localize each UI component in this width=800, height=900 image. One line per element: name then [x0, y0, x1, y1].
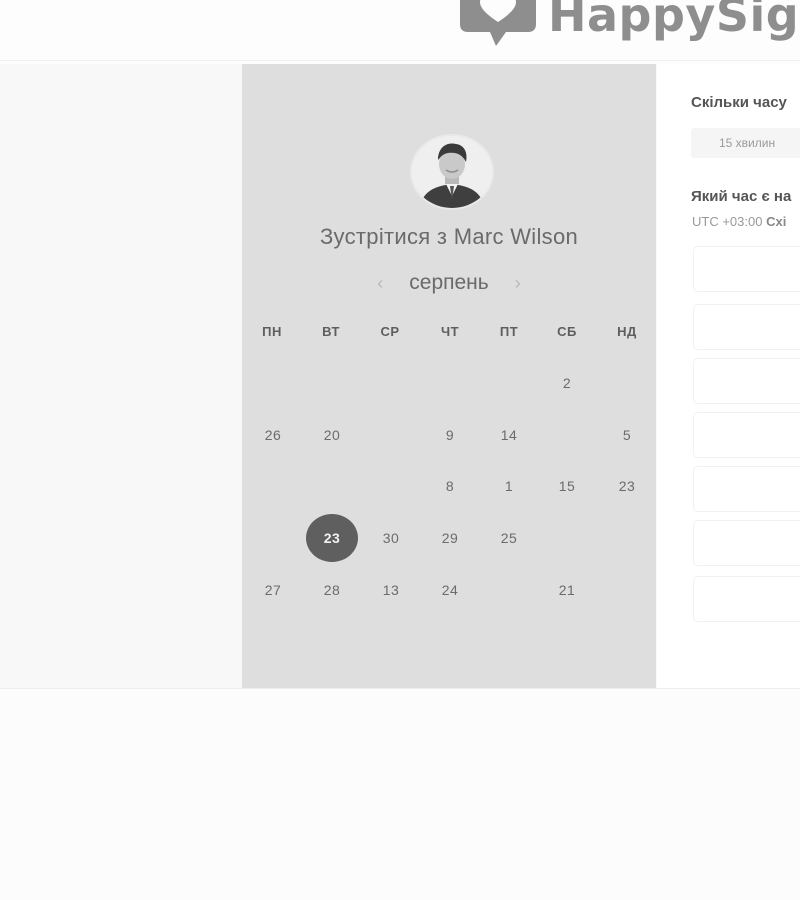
time-slot-button[interactable] [693, 304, 800, 350]
calendar-day[interactable]: 20 [307, 423, 357, 447]
calendar-day[interactable]: 30 [366, 526, 416, 550]
calendar-day[interactable]: 9 [425, 423, 475, 447]
calendar-day [542, 423, 592, 447]
calendar-day[interactable]: 5 [602, 423, 652, 447]
timezone-name: Схі [766, 214, 787, 229]
calendar-day[interactable]: 23 [602, 474, 652, 498]
calendar-day [602, 578, 652, 602]
calendar-day [307, 371, 357, 395]
calendar-day [248, 474, 298, 498]
calendar-day [366, 371, 416, 395]
calendar-day [484, 371, 534, 395]
time-slot-button[interactable] [693, 246, 800, 292]
time-slot-button[interactable] [693, 466, 800, 512]
calendar-day[interactable]: 13 [366, 578, 416, 602]
calendar-day[interactable]: 27 [248, 578, 298, 602]
calendar-day [248, 371, 298, 395]
calendar-day [307, 474, 357, 498]
brand-name: HappySigna [548, 0, 800, 42]
brand-logo[interactable]: HappySigna [460, 0, 800, 48]
time-panel: Скільки часу 15 хвилин Який час є на UTC… [657, 64, 800, 688]
speech-bubble-heart-icon [460, 0, 536, 46]
calendar-grid: 2 26 20 9 14 5 8 1 15 23 23 30 29 25 27 28 13 24 21 [242, 64, 656, 688]
calendar-day[interactable]: 2 [542, 371, 592, 395]
calendar-day [366, 423, 416, 447]
calendar-day [484, 578, 534, 602]
calendar-day[interactable]: 8 [425, 474, 475, 498]
calendar-day[interactable]: 15 [542, 474, 592, 498]
duration-option[interactable]: 15 хвилин [691, 128, 800, 158]
calendar-day[interactable]: 29 [425, 526, 475, 550]
calendar-day[interactable]: 24 [425, 578, 475, 602]
calendar-day[interactable]: 14 [484, 423, 534, 447]
booking-panel: Зустрітися з Marc Wilson ‹ серпень › ПН … [242, 64, 656, 688]
calendar-day [425, 371, 475, 395]
time-question: Який час є на [691, 188, 792, 205]
calendar-day [248, 526, 298, 550]
timezone-label[interactable]: UTC +03:00 Схі [692, 214, 786, 229]
time-slot-button[interactable] [693, 358, 800, 404]
calendar-day[interactable]: 25 [484, 526, 534, 550]
calendar-day[interactable]: 26 [248, 423, 298, 447]
timezone-offset: UTC +03:00 [692, 214, 763, 229]
calendar-day [542, 526, 592, 550]
calendar-day-selected[interactable]: 23 [306, 514, 358, 562]
calendar-day[interactable]: 28 [307, 578, 357, 602]
calendar-day[interactable]: 21 [542, 578, 592, 602]
calendar-day [602, 526, 652, 550]
time-slot-button[interactable] [693, 520, 800, 566]
time-slot-button[interactable] [693, 576, 800, 622]
calendar-day[interactable]: 1 [484, 474, 534, 498]
calendar-day [366, 474, 416, 498]
time-slot-button[interactable] [693, 412, 800, 458]
calendar-day [602, 371, 652, 395]
duration-option-label: 15 хвилин [719, 136, 776, 150]
duration-question: Скільки часу [691, 94, 787, 111]
header: HappySigna [0, 0, 800, 61]
